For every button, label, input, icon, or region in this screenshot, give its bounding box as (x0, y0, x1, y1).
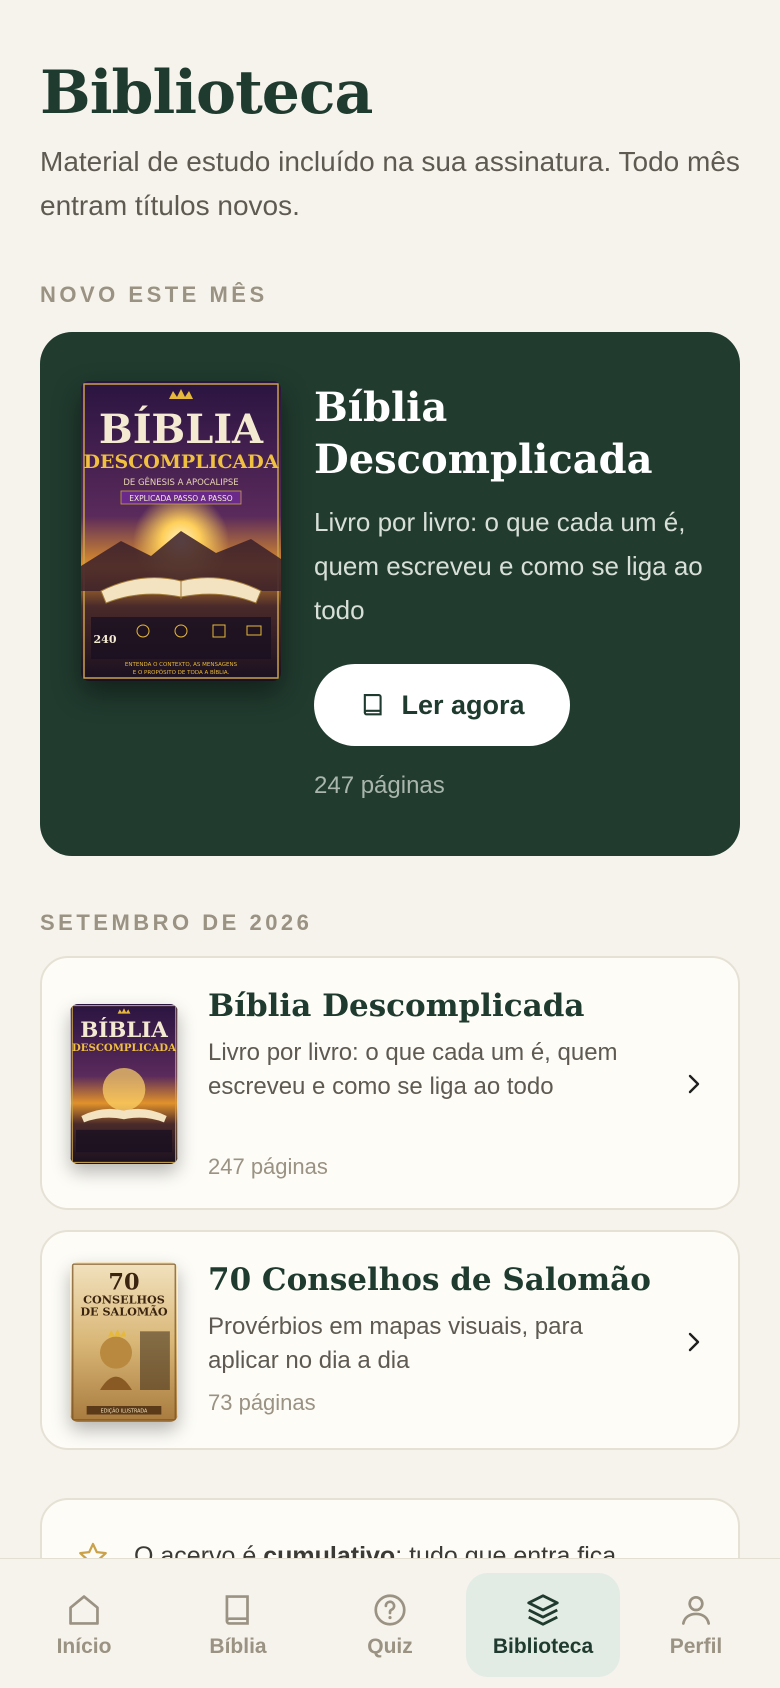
chevron-right-icon[interactable] (682, 1330, 706, 1354)
cover-line2: DE SALOMÃO (80, 1304, 168, 1318)
featured-book-card[interactable]: BÍBLIA DESCOMPLICADA DE GÊNESIS A APOCAL… (40, 332, 740, 856)
salomao-cover-image: 70 CONSELHOS DE SALOMÃO EDIÇÃO ILUSTRADA (70, 1262, 178, 1422)
cover-title-line2: DESCOMPLICADA (72, 1042, 176, 1054)
tab-biblia[interactable]: Bíblia (161, 1573, 315, 1677)
read-now-label: Ler agora (401, 689, 525, 720)
tab-quiz[interactable]: Quiz (313, 1573, 467, 1677)
book-list-item[interactable]: 70 CONSELHOS DE SALOMÃO EDIÇÃO ILUSTRADA… (40, 1230, 740, 1450)
tab-label: Quiz (367, 1635, 413, 1658)
cover-footer-line1: ENTENDA O CONTEXTO, AS MENSAGENS (125, 662, 238, 668)
featured-book-title: Bíblia Descomplicada (314, 384, 653, 483)
tab-label: Bíblia (209, 1635, 267, 1658)
bible-cover-image: BÍBLIA DESCOMPLICADA DE GÊNESIS A APOCAL… (81, 381, 281, 681)
book-title: 70 Conselhos de Salomão (208, 1262, 651, 1298)
book-description: Provérbios em mapas visuais, para aplica… (208, 1313, 583, 1374)
chevron-right-icon[interactable] (682, 1072, 706, 1096)
tab-biblioteca[interactable]: Biblioteca (466, 1573, 620, 1677)
book-list-item[interactable]: BÍBLIA DESCOMPLICADA Bíblia Descomplicad… (40, 956, 740, 1210)
cover-stat-number: 240 (94, 633, 117, 646)
cover-number: 70 (108, 1270, 139, 1296)
book-cover-thumb: BÍBLIA DESCOMPLICADA (70, 1004, 178, 1164)
book-pages: 73 páginas (208, 1390, 316, 1415)
tab-label: Início (56, 1635, 112, 1658)
layers-icon (527, 1594, 559, 1626)
bottom-tab-bar: Início Bíblia Quiz Biblioteca Perfil (0, 1558, 780, 1688)
book-pages: 247 páginas (208, 1154, 328, 1179)
cover-title-line1: BÍBLIA (80, 1016, 168, 1043)
tab-inicio[interactable]: Início (7, 1573, 161, 1677)
tab-label: Perfil (669, 1635, 723, 1658)
cover-subtitle: DE GÊNESIS A APOCALIPSE (123, 476, 238, 488)
featured-book-pages: 247 páginas (314, 772, 445, 799)
read-now-button[interactable]: Ler agora (314, 664, 570, 746)
user-icon (681, 1595, 711, 1625)
cover-ribbon: EXPLICADA PASSO A PASSO (129, 494, 233, 503)
book-description: Livro por livro: o que cada um é, quem e… (208, 1039, 618, 1100)
cover-title-line2: DESCOMPLICADA (83, 451, 278, 473)
book-cover-thumb: 70 CONSELHOS DE SALOMÃO EDIÇÃO ILUSTRADA (70, 1262, 178, 1422)
cover-title-line1: BÍBLIA (99, 406, 264, 453)
question-circle-icon (374, 1594, 406, 1626)
cover-footer-line2: E O PROPÓSITO DE TODA A BÍBLIA. (133, 669, 230, 676)
page-title: Biblioteca (40, 58, 373, 128)
featured-book-cover[interactable]: BÍBLIA DESCOMPLICADA DE GÊNESIS A APOCAL… (81, 381, 281, 681)
tab-label: Biblioteca (492, 1635, 594, 1658)
section-label-new: NOVO ESTE MÊS (40, 282, 268, 307)
featured-book-description: Livro por livro: o que cada um é, quem e… (314, 507, 703, 625)
page-subtitle: Material de estudo incluído na sua assin… (40, 146, 740, 221)
library-screen: Biblioteca Material de estudo incluído n… (0, 0, 780, 1688)
book-icon (364, 694, 383, 716)
book-title: Bíblia Descomplicada (208, 988, 585, 1024)
tab-perfil[interactable]: Perfil (619, 1573, 773, 1677)
section-label-month: SETEMBRO DE 2026 (40, 910, 313, 935)
book-icon (225, 1595, 249, 1625)
home-icon (69, 1595, 99, 1625)
bible-cover-image: BÍBLIA DESCOMPLICADA (70, 1004, 178, 1164)
